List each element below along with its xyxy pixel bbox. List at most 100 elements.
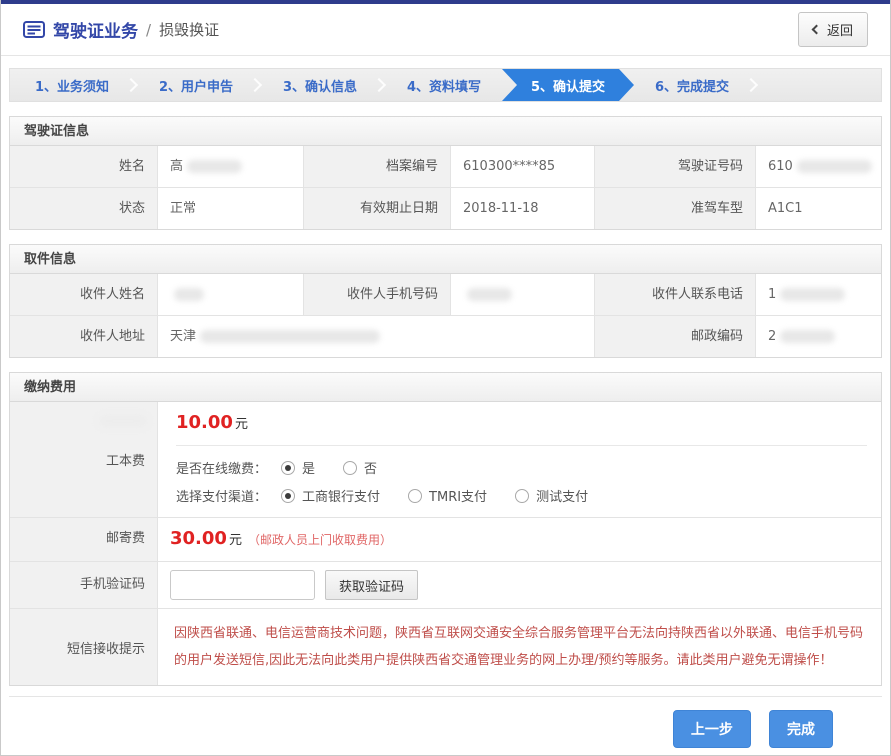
page: 驾驶证业务 / 损毁换证 返回 1、业务须知 2、用户申告 3、确认信息 4、资…: [0, 0, 891, 756]
back-chevron-icon: [812, 25, 822, 35]
step-nav-filler: [754, 69, 881, 101]
step-5-confirm-submit[interactable]: 5、确认提交: [502, 69, 634, 101]
radio-icon[interactable]: [515, 489, 529, 503]
card-fee-amount: 10.00元: [176, 412, 867, 433]
app-title: 驾驶证业务: [53, 17, 138, 42]
field-value-recipient-name: [157, 274, 303, 315]
fees-section: 缴纳费用 工本费 10.00元 是否在线缴费： 是: [9, 372, 882, 686]
card-fee-unit: 元: [235, 417, 248, 432]
field-label-vehicle-class: 准驾车型: [594, 187, 755, 229]
radio-icon[interactable]: [408, 489, 422, 503]
finish-button[interactable]: 完成: [769, 710, 833, 748]
online-payment-question: 是否在线缴费：: [176, 458, 267, 477]
pickup-info-title: 取件信息: [9, 244, 882, 274]
postage-fee-note: （邮政人员上门收取费用）: [248, 533, 392, 547]
header: 驾驶证业务 / 损毁换证 返回: [1, 4, 890, 56]
page-title: 损毁换证: [159, 19, 219, 40]
step-1-business-notice[interactable]: 1、业务须知: [10, 69, 134, 101]
field-label-sms-notice: 短信接收提示: [10, 608, 157, 685]
field-label-recipient-name: 收件人姓名: [10, 274, 157, 315]
license-business-icon: [23, 21, 45, 38]
payment-channel-question: 选择支付渠道：: [176, 486, 267, 505]
back-button[interactable]: 返回: [798, 12, 868, 47]
pickup-info-section: 取件信息 收件人姓名 收件人手机号码 收件人联系电话 1 收件人地址 天津 邮政…: [9, 244, 882, 358]
step-2-user-declaration[interactable]: 2、用户申告: [134, 69, 258, 101]
step-label: 6、完成提交: [655, 76, 729, 95]
step-label: 4、资料填写: [407, 76, 481, 95]
field-label-recipient-address: 收件人地址: [10, 315, 157, 357]
license-info-table: 姓名 高 档案编号 610300****85 驾驶证号码 610 状态 正常 有…: [9, 146, 882, 230]
redacted-text: [174, 288, 204, 301]
field-value-postage-fee: 30.00元 （邮政人员上门收取费用）: [157, 517, 881, 561]
field-label-name: 姓名: [10, 146, 157, 187]
redacted-text: [797, 160, 872, 173]
radio-label: 否: [364, 458, 377, 477]
field-value-file-no: 610300****85: [450, 146, 594, 187]
field-label-card-fee: 工本费: [10, 402, 157, 517]
radio-icon[interactable]: [281, 489, 295, 503]
redacted-text: [780, 288, 845, 301]
field-value-card-fee: 10.00元 是否在线缴费： 是 否 选择支付渠道：: [157, 402, 881, 517]
step-3-confirm-info[interactable]: 3、确认信息: [258, 69, 382, 101]
fees-title: 缴纳费用: [9, 372, 882, 402]
redacted-text: [780, 330, 835, 343]
step-nav: 1、业务须知 2、用户申告 3、确认信息 4、资料填写 5、确认提交 6、完成提…: [9, 68, 882, 102]
step-4-fill-materials[interactable]: 4、资料填写: [382, 69, 506, 101]
radio-channel-tmri[interactable]: TMRI支付: [408, 486, 487, 505]
field-value-recipient-mobile: [450, 274, 594, 315]
radio-online-no[interactable]: 否: [343, 458, 377, 477]
breadcrumb-separator: /: [146, 21, 151, 39]
step-label: 2、用户申告: [159, 76, 233, 95]
field-value-recipient-address: 天津: [157, 315, 594, 357]
radio-label: 是: [302, 458, 315, 477]
radio-label: 测试支付: [536, 486, 588, 505]
field-label-license-no: 驾驶证号码: [594, 146, 755, 187]
payment-channel-row: 选择支付渠道： 工商银行支付 TMRI支付 测试支付: [176, 486, 867, 505]
field-value-vehicle-class: A1C1: [755, 187, 881, 229]
radio-online-yes[interactable]: 是: [281, 458, 315, 477]
field-label-sms-code: 手机验证码: [10, 561, 157, 608]
footer-actions: 上一步 完成: [1, 697, 890, 748]
redacted-text: [187, 160, 242, 173]
field-label-postal-code: 邮政编码: [594, 315, 755, 357]
divider: [176, 445, 867, 446]
sms-notice-text: 因陕西省联通、电信运营商技术问题，陕西省互联网交通安全综合服务管理平台无法向持陕…: [157, 608, 881, 685]
pickup-info-table: 收件人姓名 收件人手机号码 收件人联系电话 1 收件人地址 天津 邮政编码 2: [9, 274, 882, 358]
field-label-recipient-mobile: 收件人手机号码: [303, 274, 450, 315]
field-value-license-no: 610: [755, 146, 881, 187]
step-label: 1、业务须知: [35, 76, 109, 95]
get-sms-code-button[interactable]: 获取验证码: [325, 570, 418, 600]
license-info-section: 驾驶证信息 姓名 高 档案编号 610300****85 驾驶证号码 610 状…: [9, 116, 882, 230]
license-info-title: 驾驶证信息: [9, 116, 882, 146]
field-label-status: 状态: [10, 187, 157, 229]
online-payment-row: 是否在线缴费： 是 否: [176, 458, 867, 477]
breadcrumb: 驾驶证业务 / 损毁换证: [23, 17, 219, 42]
redacted-text: [200, 330, 380, 343]
radio-channel-test[interactable]: 测试支付: [515, 486, 588, 505]
field-value-recipient-phone: 1: [755, 274, 881, 315]
radio-label: 工商银行支付: [302, 486, 380, 505]
field-value-name: 高: [157, 146, 303, 187]
step-label: 3、确认信息: [283, 76, 357, 95]
field-label-valid-until: 有效期止日期: [303, 187, 450, 229]
fees-table: 工本费 10.00元 是否在线缴费： 是 否: [9, 402, 882, 686]
radio-channel-icbc[interactable]: 工商银行支付: [281, 486, 380, 505]
back-button-label: 返回: [827, 20, 853, 39]
radio-label: TMRI支付: [429, 486, 487, 505]
redacted-text: [467, 288, 512, 301]
postage-fee-price: 30.00: [170, 528, 227, 549]
previous-step-button[interactable]: 上一步: [673, 710, 751, 748]
field-value-sms-code: 获取验证码: [157, 561, 881, 608]
field-value-valid-until: 2018-11-18: [450, 187, 594, 229]
sms-code-input[interactable]: [170, 570, 315, 600]
field-value-status: 正常: [157, 187, 303, 229]
field-label-postage-fee: 邮寄费: [10, 517, 157, 561]
field-label-recipient-phone: 收件人联系电话: [594, 274, 755, 315]
field-value-postal-code: 2: [755, 315, 881, 357]
card-fee-price: 10.00: [176, 412, 233, 433]
field-label-file-no: 档案编号: [303, 146, 450, 187]
postage-fee-unit: 元: [229, 533, 242, 548]
step-6-complete-submit[interactable]: 6、完成提交: [630, 69, 754, 101]
radio-icon[interactable]: [343, 461, 357, 475]
radio-icon[interactable]: [281, 461, 295, 475]
